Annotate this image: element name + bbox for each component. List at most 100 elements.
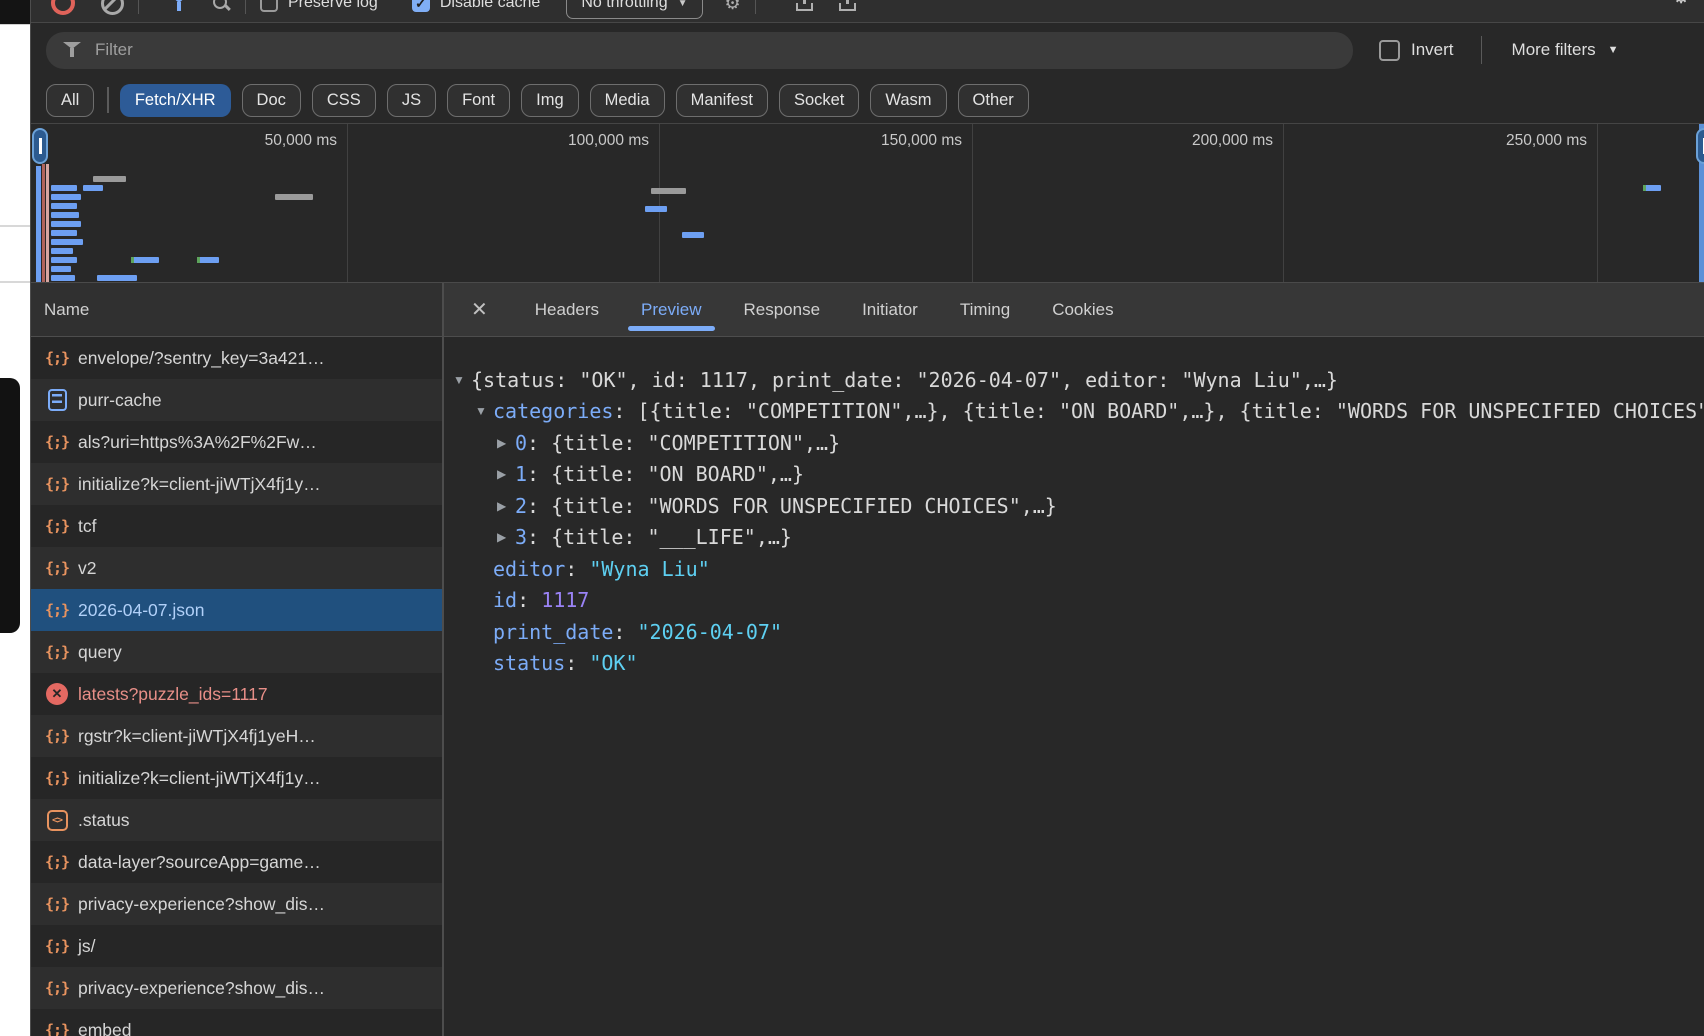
filter-bar: Filter Invert More filters ▼ xyxy=(31,23,1704,77)
network-request-row[interactable]: <>.status xyxy=(31,799,442,841)
request-name: .status xyxy=(78,810,130,831)
json-braces-icon: {;} xyxy=(45,598,69,622)
network-request-row[interactable]: {;}initialize?k=client-jiWTjX4fj1y… xyxy=(31,757,442,799)
waterfall-bar xyxy=(51,266,71,272)
network-request-row[interactable]: {;}js/ xyxy=(31,925,442,967)
import-har-icon[interactable] xyxy=(796,0,813,11)
network-request-row[interactable]: {;}v2 xyxy=(31,547,442,589)
tab-cookies[interactable]: Cookies xyxy=(1031,283,1134,336)
request-name: tcf xyxy=(78,516,96,537)
filter-chip-socket[interactable]: Socket xyxy=(779,84,859,117)
filter-chip-media[interactable]: Media xyxy=(590,84,665,117)
tab-label: Initiator xyxy=(862,300,918,320)
request-name: initialize?k=client-jiWTjX4fj1y… xyxy=(78,768,321,789)
filter-chip-all[interactable]: All xyxy=(46,84,94,117)
tab-label: Cookies xyxy=(1052,300,1113,320)
more-filters-button[interactable]: More filters ▼ xyxy=(1512,40,1619,60)
network-request-row[interactable]: purr-cache xyxy=(31,379,442,421)
json-braces-icon: {;} xyxy=(45,430,69,454)
network-request-row[interactable]: {;}embed xyxy=(31,1009,442,1036)
timeline-axis-label: 200,000 ms xyxy=(1192,132,1273,150)
network-request-row[interactable]: {;}2026-04-07.json xyxy=(31,589,442,631)
filter-chip-css[interactable]: CSS xyxy=(312,84,376,117)
network-request-row[interactable]: {;}rgstr?k=client-jiWTjX4fj1yeH… xyxy=(31,715,442,757)
timeline-gridline xyxy=(1283,124,1284,282)
invert-group: Invert xyxy=(1379,40,1454,61)
tab-timing[interactable]: Timing xyxy=(939,283,1031,336)
disclosure-arrow-icon[interactable]: ▶ xyxy=(497,436,515,450)
name-column-header[interactable]: Name xyxy=(31,283,442,337)
disclosure-arrow-icon[interactable]: ▶ xyxy=(497,467,515,481)
disclosure-arrow-icon[interactable]: ▶ xyxy=(497,499,515,513)
network-request-row[interactable]: ✕latests?puzzle_ids=1117 xyxy=(31,673,442,715)
network-request-row[interactable]: {;}privacy-experience?show_dis… xyxy=(31,883,442,925)
network-request-row[interactable]: {;}privacy-experience?show_dis… xyxy=(31,967,442,1009)
tab-initiator[interactable]: Initiator xyxy=(841,283,939,336)
funnel-icon xyxy=(63,42,81,58)
waterfall-bar xyxy=(1643,185,1661,191)
waterfall-bar xyxy=(51,203,77,209)
disable-cache-checkbox[interactable]: ✓ xyxy=(412,0,430,12)
preserve-log-label: Preserve log xyxy=(288,0,378,12)
network-request-row[interactable]: {;}query xyxy=(31,631,442,673)
search-icon[interactable] xyxy=(211,0,231,13)
network-request-row[interactable]: {;}tcf xyxy=(31,505,442,547)
network-conditions-icon[interactable]: ⚙ xyxy=(725,0,741,14)
json-line-text: 2: {title: "WORDS FOR UNSPECIFIED CHOICE… xyxy=(515,494,1057,518)
page-element xyxy=(0,378,20,633)
filter-chip-font[interactable]: Font xyxy=(447,84,510,117)
filter-chip-manifest[interactable]: Manifest xyxy=(676,84,768,117)
chevron-down-icon: ▼ xyxy=(1608,44,1619,56)
close-icon[interactable]: ✕ xyxy=(471,297,488,322)
preserve-log-checkbox[interactable] xyxy=(260,0,278,12)
load-event-line xyxy=(42,164,45,284)
json-line-text: status: "OK" xyxy=(493,651,638,675)
json-tree-line: ▶2: {title: "WORDS FOR UNSPECIFIED CHOIC… xyxy=(444,490,1704,522)
disclosure-arrow-icon[interactable]: ▼ xyxy=(453,373,471,387)
throttling-select[interactable]: No throttling ▼ xyxy=(566,0,702,19)
json-line-text: editor: "Wyna Liu" xyxy=(493,557,710,581)
export-har-icon[interactable] xyxy=(839,0,856,11)
timeline-right-handle[interactable] xyxy=(1696,128,1704,164)
json-tree-line: print_date: "2026-04-07" xyxy=(444,616,1704,648)
filter-chip-img[interactable]: Img xyxy=(521,84,579,117)
json-tree-line: ▶3: {title: "___LIFE",…} xyxy=(444,522,1704,554)
tab-response[interactable]: Response xyxy=(723,283,842,336)
filter-chip-wasm[interactable]: Wasm xyxy=(870,84,946,117)
filter-toggle-icon[interactable] xyxy=(169,0,189,13)
filter-input[interactable]: Filter xyxy=(46,32,1353,69)
timeline-axis-label: 100,000 ms xyxy=(568,132,649,150)
json-braces-icon: {;} xyxy=(45,346,69,370)
error-icon: ✕ xyxy=(45,682,69,706)
tab-headers[interactable]: Headers xyxy=(514,283,620,336)
timeline-left-handle[interactable] xyxy=(32,128,48,164)
clear-button[interactable] xyxy=(101,0,124,15)
network-overview-timeline: 50,000 ms100,000 ms150,000 ms200,000 ms2… xyxy=(31,123,1704,284)
filter-chip-js[interactable]: JS xyxy=(387,84,436,117)
timeline-gridline xyxy=(972,124,973,282)
devtools-panel: Preserve log ✓ Disable cache No throttli… xyxy=(30,0,1704,1036)
tab-label: Timing xyxy=(960,300,1010,320)
filter-chip-fetch-xhr[interactable]: Fetch/XHR xyxy=(120,84,231,117)
settings-gear-icon[interactable]: ⚙ xyxy=(1672,0,1690,9)
waterfall-bar xyxy=(93,176,126,182)
network-request-row[interactable]: {;}als?uri=https%3A%2F%2Fw… xyxy=(31,421,442,463)
filter-chip-other[interactable]: Other xyxy=(958,84,1029,117)
invert-checkbox[interactable] xyxy=(1379,40,1400,61)
json-line-text: 3: {title: "___LIFE",…} xyxy=(515,525,792,549)
disclosure-arrow-icon[interactable]: ▼ xyxy=(475,404,493,418)
waterfall-bar xyxy=(51,275,75,281)
network-request-row[interactable]: {;}data-layer?sourceApp=game… xyxy=(31,841,442,883)
json-line-text: 0: {title: "COMPETITION",…} xyxy=(515,431,840,455)
preview-json-tree: ▼{status: "OK", id: 1117, print_date: "2… xyxy=(444,337,1704,1036)
json-line-text: id: 1117 xyxy=(493,588,589,612)
json-tree-line: ▶0: {title: "COMPETITION",…} xyxy=(444,427,1704,459)
network-request-row[interactable]: {;}initialize?k=client-jiWTjX4fj1y… xyxy=(31,463,442,505)
record-button[interactable] xyxy=(51,0,75,15)
tab-preview[interactable]: Preview xyxy=(620,283,722,336)
disclosure-arrow-icon[interactable]: ▶ xyxy=(497,530,515,544)
waterfall-bar xyxy=(682,232,704,238)
chip-separator xyxy=(107,87,109,113)
filter-chip-doc[interactable]: Doc xyxy=(242,84,301,117)
network-request-row[interactable]: {;}envelope/?sentry_key=3a421… xyxy=(31,337,442,379)
